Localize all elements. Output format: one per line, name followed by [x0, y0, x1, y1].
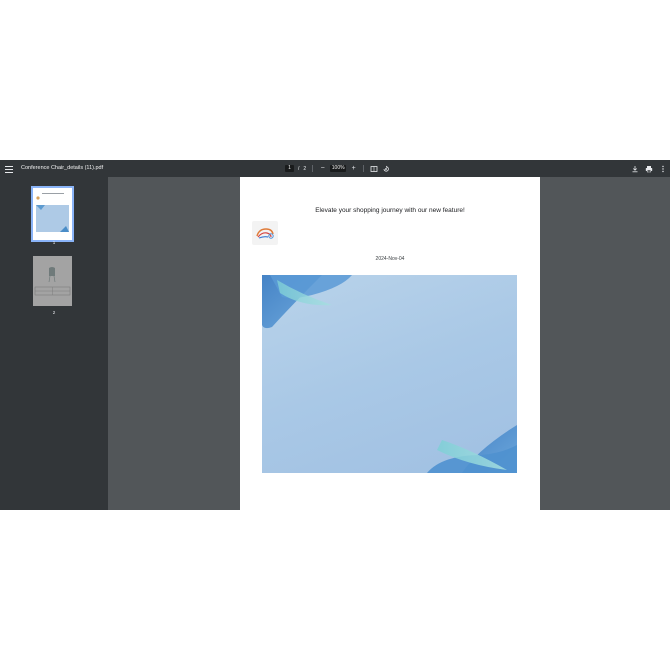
pdf-page-1: Elevate your shopping journey with our n…: [240, 177, 540, 510]
pdf-toolbar: Conference Chair_details (11).pdf 1 / 2 …: [0, 160, 670, 177]
publication-date: 2024-Nov-04: [375, 256, 405, 262]
total-pages: 2: [303, 165, 307, 172]
page-number-input[interactable]: 1: [285, 165, 294, 172]
hero-image: [262, 275, 517, 473]
toolbar-divider: [312, 165, 314, 172]
page-thumbnail-1[interactable]: [31, 186, 74, 242]
thumbnail-number-2: 2: [52, 310, 56, 315]
thumbnail-number-1: 1: [52, 240, 56, 245]
page-separator: /: [298, 165, 300, 172]
more-options-icon[interactable]: [659, 165, 667, 173]
zoom-in-button[interactable]: +: [350, 165, 357, 172]
toolbar-actions: [631, 163, 667, 174]
brand-logo: [252, 221, 278, 245]
print-icon[interactable]: [645, 165, 653, 173]
zoom-out-button[interactable]: −: [319, 165, 326, 172]
thumbnail-sidebar: 1 2: [0, 177, 108, 510]
rotate-icon[interactable]: [382, 165, 390, 173]
toolbar-divider: [363, 165, 365, 172]
pdf-viewer: Conference Chair_details (11).pdf 1 / 2 …: [0, 160, 670, 510]
fit-to-page-icon[interactable]: [370, 165, 378, 173]
page-zoom-controls: 1 / 2 − 100% +: [285, 163, 390, 174]
menu-icon[interactable]: [5, 164, 13, 173]
download-icon[interactable]: [631, 165, 639, 173]
page-thumbnail-2[interactable]: [33, 256, 72, 306]
document-title: Conference Chair_details (11).pdf: [21, 165, 104, 171]
page-headline: Elevate your shopping journey with our n…: [315, 207, 465, 214]
zoom-level-input[interactable]: 100%: [330, 165, 347, 172]
